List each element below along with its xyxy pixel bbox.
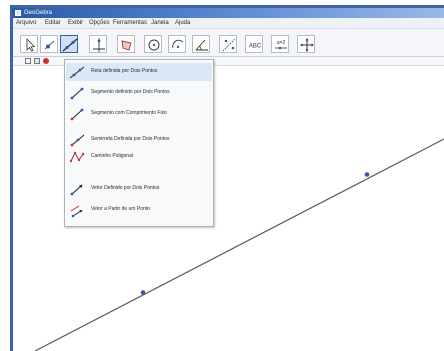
menu-item-label: Semirreta Definida por Dois Pontos (91, 136, 170, 142)
polyline-icon (69, 151, 85, 163)
grid-icon[interactable] (34, 58, 40, 64)
tool-move[interactable] (20, 35, 38, 53)
tool-slider[interactable]: a=2 (271, 35, 289, 53)
app-icon (15, 10, 21, 16)
segment-fixed-length-icon (70, 108, 84, 121)
move-graphics-icon (300, 38, 314, 52)
tool-circle-arc[interactable] (168, 35, 186, 53)
menu-item-segmento[interactable]: Segmento definido por Dois Pontos (66, 84, 212, 102)
slider-icon: a=2 (275, 40, 287, 50)
menu-item-semirreta[interactable]: Semirreta Definida por Dois Pontos (66, 131, 212, 149)
menu-bar: Arquivo Editar Exibir Opções Ferramentas… (13, 18, 444, 29)
menu-item-vetor[interactable]: Vetor Definido por Dois Pontos (66, 180, 212, 198)
menu-ferramentas[interactable]: Ferramentas (113, 20, 147, 27)
menu-opcoes[interactable]: Opções (89, 20, 110, 27)
tool-reflect[interactable] (219, 35, 237, 53)
menu-item-label: Vetor a Partir de um Ponto (91, 206, 150, 212)
point-a[interactable] (140, 290, 146, 295)
menu-item-segmento-fixo[interactable]: Segmento com Comprimento Fixo (66, 105, 212, 123)
text-abc-icon: ABC (249, 44, 262, 50)
tool-slider-label: a=2 (277, 40, 286, 46)
geogebra-window: GeoGebra Arquivo Editar Exibir Opções Fe… (0, 0, 444, 351)
line-two-points-icon (62, 38, 78, 52)
menu-item-label: Reta definida por Dois Pontos (91, 68, 158, 74)
menu-item-vetor-ponto[interactable]: Vetor a Partir de um Ponto (66, 201, 212, 219)
point-b[interactable] (364, 172, 370, 177)
tool-move-graphics[interactable] (297, 35, 315, 53)
circle-icon (148, 39, 160, 51)
menu-item-caminho-poligonal[interactable]: Caminho Poligonal (66, 148, 212, 166)
angle-icon (195, 39, 208, 51)
menu-arquivo[interactable]: Arquivo (16, 20, 36, 27)
tool-polygon[interactable] (117, 35, 135, 53)
tool-text[interactable]: ABC (245, 35, 263, 53)
point-icon (44, 40, 55, 50)
menu-item-label: Vetor Definido por Dois Pontos (91, 185, 160, 191)
ray-two-points-icon (70, 134, 85, 147)
menu-item-label: Segmento com Comprimento Fixo (91, 110, 167, 116)
tool-angle[interactable] (192, 35, 210, 53)
tool-point[interactable] (40, 35, 58, 53)
window-title: GeoGebra (24, 10, 53, 16)
title-bar[interactable]: GeoGebra (13, 8, 444, 18)
menu-janela[interactable]: Janela (151, 20, 169, 27)
menu-item-label: Segmento definido por Dois Pontos (91, 89, 170, 95)
menu-item-label: Caminho Poligonal (91, 153, 133, 159)
menu-exibir[interactable]: Exibir (68, 20, 83, 27)
menu-editar[interactable]: Editar (45, 20, 61, 27)
tool-circle[interactable] (144, 35, 162, 53)
axes-icon[interactable] (25, 58, 31, 64)
vector-from-point-icon (70, 205, 83, 218)
perpendicular-line-icon (93, 38, 105, 52)
move-arrow-icon (26, 37, 36, 52)
menu-item-reta[interactable]: Reta definida por Dois Pontos (66, 63, 212, 81)
menu-ajuda[interactable]: Ajuda (175, 20, 190, 27)
point-style-icon[interactable] (43, 58, 49, 64)
tool-line-two-points[interactable] (60, 35, 78, 53)
line-two-points-icon (69, 66, 85, 79)
segment-two-points-icon (70, 87, 84, 100)
vector-two-points-icon (70, 184, 83, 196)
circle-arc-icon (172, 39, 184, 49)
tool-dropdown-menu: Reta definida por Dois Pontos Segmento d… (64, 59, 214, 227)
reflect-icon (222, 38, 236, 52)
toolbar: ABC a=2 (13, 29, 444, 57)
tool-perpendicular[interactable] (89, 35, 107, 53)
tool-text-label: ABC (249, 44, 262, 50)
polygon-icon (121, 40, 132, 51)
